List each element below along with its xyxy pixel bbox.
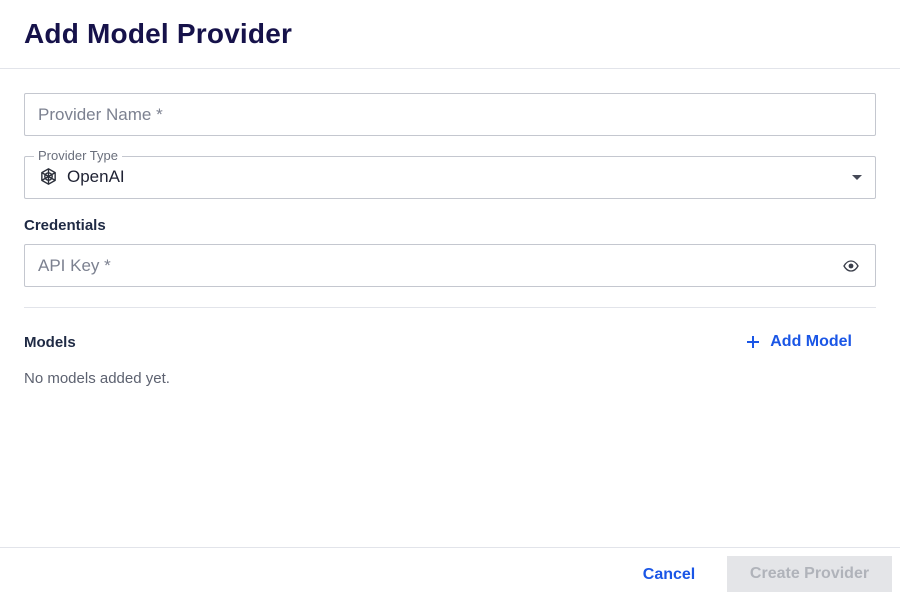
create-provider-button[interactable]: Create Provider (727, 556, 892, 592)
provider-name-field[interactable]: Provider Name * (24, 93, 876, 136)
api-key-placeholder: API Key * (38, 256, 111, 275)
dialog-title: Add Model Provider (24, 18, 293, 49)
section-divider (24, 307, 876, 308)
cancel-button[interactable]: Cancel (636, 557, 702, 592)
api-key-field[interactable]: API Key * (24, 244, 876, 287)
models-label: Models (24, 333, 76, 351)
chevron-down-icon[interactable] (852, 175, 862, 180)
eye-icon[interactable] (843, 258, 859, 274)
provider-name-placeholder: Provider Name * (38, 105, 163, 124)
add-model-label: Add Model (770, 333, 852, 350)
provider-type-selected: OpenAI (67, 166, 125, 186)
credentials-label: Credentials (24, 217, 106, 234)
openai-icon (38, 166, 59, 187)
plus-icon (746, 335, 760, 349)
add-model-provider-dialog: Add Model Provider Provider Name * Provi… (0, 0, 900, 600)
provider-type-value: OpenAI (38, 166, 125, 187)
add-model-button[interactable]: Add Model (746, 333, 852, 351)
dialog-footer: Cancel Create Provider (0, 547, 900, 600)
models-header-row: Models Add Model (24, 332, 876, 352)
dialog-header: Add Model Provider (0, 0, 900, 69)
models-empty-message: No models added yet. (24, 370, 170, 387)
provider-type-select[interactable]: Provider Type OpenAI (24, 148, 876, 199)
provider-type-label: Provider Type (34, 148, 122, 164)
dialog-body: Provider Name * Provider Type OpenAI Cre… (0, 69, 900, 387)
